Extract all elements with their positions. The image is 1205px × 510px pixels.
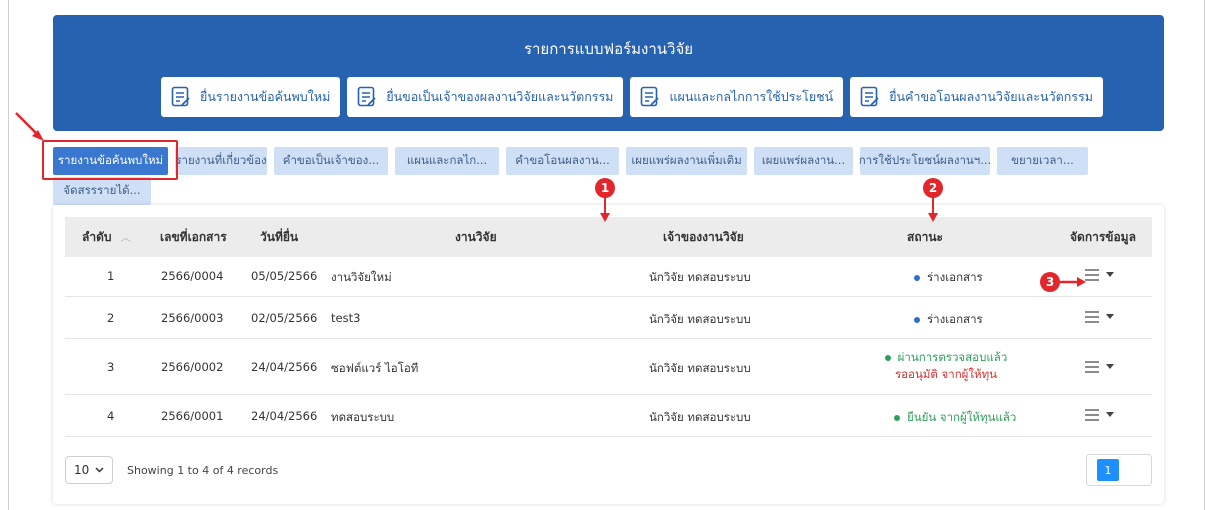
status-dot [914, 317, 920, 323]
pagination: 1 [1086, 454, 1152, 486]
menu-lines-icon [1085, 269, 1099, 281]
form-icon [860, 86, 879, 107]
page-button-current[interactable]: 1 [1097, 459, 1119, 481]
cell-date: 24/04/2566 [251, 409, 318, 423]
status-line: ผ่านการตรวจสอบแล้ว [871, 349, 1021, 366]
claim-ownership-button[interactable]: ยื่นขอเป็นเจ้าของผลงานวิจัยและนวัตกรรม [347, 77, 624, 117]
status-text: ผ่านการตรวจสอบแล้ว [897, 350, 1008, 364]
tab-plan-mechanism[interactable]: แผนและกลไก... [395, 147, 499, 175]
status-text: ร่างเอกสาร [927, 312, 983, 326]
tab-ownership-request[interactable]: คำขอเป็นเจ้าของ... [274, 147, 388, 175]
header-order-label: ลำดับ [82, 229, 112, 244]
transfer-request-button[interactable]: ยื่นคำขอโอนผลงานวิจัยและนวัตกรรม [850, 77, 1103, 117]
table-row[interactable]: 4 2566/0001 24/04/2566 ทดสอบระบบ นักวิจั… [65, 397, 1152, 437]
status-dot [914, 275, 920, 281]
table-header: ลำดับ ︿ เลขที่เอกสาร วันที่ยื่น งานวิจัย… [65, 217, 1152, 257]
row-menu-button[interactable] [1085, 311, 1114, 323]
header-order[interactable]: ลำดับ ︿ [82, 228, 131, 247]
caret-down-icon [1106, 272, 1114, 277]
header-owner[interactable]: เจ้าของงานวิจัย [663, 228, 744, 247]
action-label: ยื่นคำขอโอนผลงานวิจัยและนวัตกรรม [889, 89, 1093, 104]
tab-highlight-box [42, 140, 178, 180]
caret-down-icon [1106, 412, 1114, 417]
cell-date: 05/05/2566 [251, 269, 318, 283]
cell-date: 24/04/2566 [251, 360, 318, 374]
forms-banner: รายการแบบฟอร์มงานวิจัย ยื่นรายงานข้อค้นพ… [53, 15, 1164, 131]
cell-owner: นักวิจัย ทดสอบระบบ [649, 312, 751, 326]
row-menu-button[interactable] [1085, 409, 1114, 421]
status-badge: ร่างเอกสาร [914, 269, 983, 287]
status-badge: ผ่านการตรวจสอบแล้ว รออนุมัติ จากผู้ให้ทุ… [871, 349, 1021, 383]
cell-doc-no: 2566/0001 [161, 409, 224, 423]
form-icon [641, 86, 660, 107]
status-text: ยืนยัน จากผู้ให้ทุนแล้ว [907, 410, 1017, 424]
caret-down-icon [1106, 364, 1114, 369]
header-manage: จัดการข้อมูล [1070, 229, 1136, 244]
page-size-value: 10 [74, 463, 90, 477]
cell-order: 3 [107, 360, 115, 374]
action-label: แผนและกลไกการใช้ประโยชน์ [669, 89, 834, 104]
page-size-select[interactable]: 10 [65, 456, 113, 484]
utilization-plan-button[interactable]: แผนและกลไกการใช้ประโยชน์ [630, 77, 844, 117]
cell-doc-no: 2566/0002 [161, 360, 224, 374]
tab-extension[interactable]: ขยายเวลา... [997, 147, 1088, 175]
header-doc-no[interactable]: เลขที่เอกสาร [160, 228, 227, 247]
records-card: ลำดับ ︿ เลขที่เอกสาร วันที่ยื่น งานวิจัย… [53, 205, 1164, 504]
cell-research: งานวิจัยใหม่ [331, 270, 392, 284]
cell-research: ซอฟต์แวร์ ไอโอที [331, 361, 419, 375]
status-badge: ยืนยัน จากผู้ให้ทุนแล้ว [894, 409, 1016, 427]
action-label: ยื่นขอเป็นเจ้าของผลงานวิจัยและนวัตกรรม [386, 89, 614, 104]
status-text: ร่างเอกสาร [927, 270, 983, 284]
cell-doc-no: 2566/0004 [161, 269, 224, 283]
annotation-marker-2: 2 [923, 178, 943, 198]
cell-research: test3 [331, 311, 361, 325]
form-icon [171, 86, 190, 107]
tab-utilization[interactable]: การใช้ประโยชน์ผลงานฯ... [859, 147, 991, 175]
records-summary: Showing 1 to 4 of 4 records [127, 463, 279, 477]
status-subtext: รออนุมัติ จากผู้ให้ทุน [894, 367, 998, 381]
chevron-down-icon [95, 467, 104, 473]
table-row[interactable]: 2 2566/0003 02/05/2566 test3 นักวิจัย ทด… [65, 299, 1152, 339]
tab-related-reports[interactable]: รายงานที่เกี่ยวข้อง [175, 147, 267, 175]
menu-lines-icon [1085, 409, 1099, 421]
row-menu-button[interactable] [1085, 269, 1114, 281]
tab-dissemination[interactable]: เผยแพร่ผลงาน... [754, 147, 853, 175]
table-row[interactable]: 3 2566/0002 24/04/2566 ซอฟต์แวร์ ไอโอที … [65, 341, 1152, 395]
chevron-up-icon: ︿ [120, 232, 131, 244]
header-research[interactable]: งานวิจัย [455, 228, 497, 247]
annotation-marker-3: 3 [1040, 272, 1060, 292]
cell-date: 02/05/2566 [251, 311, 318, 325]
table-footer: 10 Showing 1 to 4 of 4 records [65, 456, 278, 484]
tab-transfer-request[interactable]: คำขอโอนผลงาน... [506, 147, 619, 175]
cell-owner: นักวิจัย ทดสอบระบบ [649, 410, 751, 424]
cell-owner: นักวิจัย ทดสอบระบบ [649, 361, 751, 375]
banner-title: รายการแบบฟอร์มงานวิจัย [523, 40, 694, 58]
cell-order: 1 [107, 269, 115, 283]
cell-order: 2 [107, 311, 115, 325]
status-badge: ร่างเอกสาร [914, 311, 983, 329]
status-dot [884, 354, 891, 361]
action-buttons: ยื่นรายงานข้อค้นพบใหม่ ยื่นขอเป็นเจ้าของ… [161, 77, 1103, 117]
cell-research: ทดสอบระบบ [331, 410, 395, 424]
header-status[interactable]: สถานะ [907, 228, 943, 247]
status-dot [894, 415, 900, 421]
cell-order: 4 [107, 409, 115, 423]
caret-down-icon [1106, 314, 1114, 319]
row-menu-button[interactable] [1085, 361, 1114, 373]
menu-lines-icon [1085, 311, 1099, 323]
tab-income-allocation[interactable]: จัดสรรรายได้... [53, 177, 151, 205]
header-date[interactable]: วันที่ยื่น [260, 228, 298, 247]
new-discovery-report-button[interactable]: ยื่นรายงานข้อค้นพบใหม่ [161, 77, 341, 117]
table-row[interactable]: 1 2566/0004 05/05/2566 งานวิจัยใหม่ นักว… [65, 257, 1152, 297]
form-icon [358, 86, 376, 107]
cell-doc-no: 2566/0003 [161, 311, 224, 325]
tab-additional-dissemination[interactable]: เผยแพร่ผลงานเพิ่มเติม [626, 147, 747, 175]
cell-owner: นักวิจัย ทดสอบระบบ [649, 270, 751, 284]
annotation-marker-1: 1 [595, 178, 615, 198]
action-label: ยื่นรายงานข้อค้นพบใหม่ [200, 89, 331, 104]
menu-lines-icon [1085, 361, 1099, 373]
